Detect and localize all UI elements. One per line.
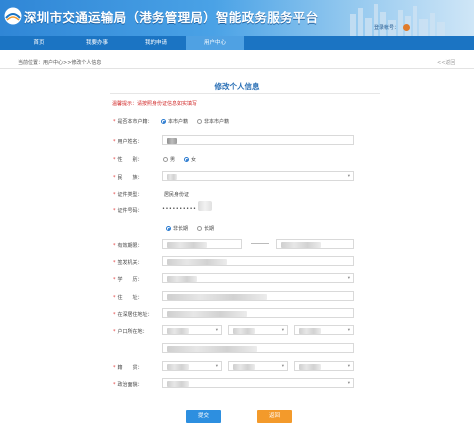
valid-period-label: * 有效期限： [113,243,143,249]
ethnicity-label: * 民 族： [113,175,143,181]
issuer-label: * 签发机关： [113,260,143,266]
chevron-down-icon: ▾ [281,328,284,333]
form-title: 修改个人信息 [214,82,260,91]
id-number-mask [198,201,212,211]
return-button[interactable]: 返回 [257,410,292,423]
nav-do-business[interactable]: 我要办事 [68,36,126,50]
radio-male-label: 男 [170,157,176,163]
native-province-select[interactable]: ▾ [162,361,222,371]
validity-radio-group: 非长期 长期 [166,225,214,232]
radio-not-long-term[interactable] [166,226,171,231]
radio-local-label: 本市户籍 [168,119,189,125]
address-input[interactable] [162,291,354,301]
nav-my-applications[interactable]: 我的申请 [127,36,185,50]
login-account-label: 登录帐号： [374,24,400,31]
site-title: 深圳市交通运输局（港务管理局）智能政务服务平台 [24,10,319,25]
logout-icon[interactable] [403,23,411,31]
native-place-label: * 籍 贯： [113,365,143,371]
submit-button[interactable]: 提交 [186,410,221,423]
radio-female[interactable] [184,157,190,162]
household-city-select[interactable]: ▾ [228,325,288,335]
address-label: * 住 址： [113,295,143,301]
political-select[interactable]: ▾ [162,378,354,388]
chevron-down-icon: ▾ [347,381,350,386]
radio-female-label: 女 [191,157,197,163]
chevron-down-icon: ▾ [281,364,284,369]
chevron-down-icon: ▾ [347,174,350,179]
chevron-down-icon: ▾ [347,364,350,369]
is-local-radio-group: 本市户籍 非本市户籍 [161,118,229,125]
hint-text: 温馨提示：请按照身份证信息如实填写 [112,101,198,107]
login-area: 登录帐号： [374,22,411,32]
back-link[interactable]: <<返回 [437,59,455,66]
residence-input[interactable] [162,308,354,318]
name-label: * 用户姓名： [113,139,143,145]
ethnicity-select[interactable]: ▾ [162,171,354,181]
site-header: 深圳市交通运输局（港务管理局）智能政务服务平台 登录帐号： [0,0,474,36]
gender-label: * 性 别： [113,157,143,163]
gender-radio-group: 男 女 [163,156,196,163]
date-range-dash [251,243,269,244]
chevron-down-icon: ▾ [215,328,218,333]
name-input[interactable] [162,135,354,145]
household-district-select[interactable]: ▾ [294,325,354,335]
chevron-down-icon: ▾ [347,276,350,281]
radio-male[interactable] [163,157,168,162]
household-label: * 户口所在地： [113,329,148,335]
chevron-down-icon: ▾ [347,328,350,333]
valid-to-input[interactable] [276,239,354,249]
id-number-value: •••••••••• [162,206,197,212]
id-type-value: 居民身份证 [164,192,190,198]
radio-nonlocal[interactable] [197,119,203,124]
nav-home[interactable]: 首页 [10,36,68,50]
radio-long-term[interactable] [197,226,203,231]
issuer-input[interactable] [162,256,354,266]
main-nav: 首页 我要办事 我的申请 用户中心 [0,36,474,50]
household-detail-input[interactable] [162,343,354,353]
nav-user-center[interactable]: 用户中心 [186,36,244,50]
radio-long-term-label: 长期 [204,226,215,232]
household-province-select[interactable]: ▾ [162,325,222,335]
id-type-label: * 证件类型： [113,192,143,198]
radio-local[interactable] [161,119,166,124]
is-local-label: * 是否本市户籍： [113,119,153,125]
native-district-select[interactable]: ▾ [294,361,354,371]
education-label: * 学 历： [113,277,143,283]
native-city-select[interactable]: ▾ [228,361,288,371]
political-label: * 政治面貌： [113,382,143,388]
id-number-label: * 证件号码： [113,208,143,214]
chevron-down-icon: ▾ [215,364,218,369]
title-divider [110,93,380,94]
education-select[interactable]: ▾ [162,273,354,283]
valid-from-input[interactable] [162,239,242,249]
logo-icon [4,7,22,25]
radio-nonlocal-label: 非本市户籍 [204,119,230,125]
breadcrumb: 当前位置：用户中心>>修改个人信息 [18,60,102,66]
residence-label: * 在深居住地址： [113,312,153,318]
radio-not-long-term-label: 非长期 [173,226,189,232]
